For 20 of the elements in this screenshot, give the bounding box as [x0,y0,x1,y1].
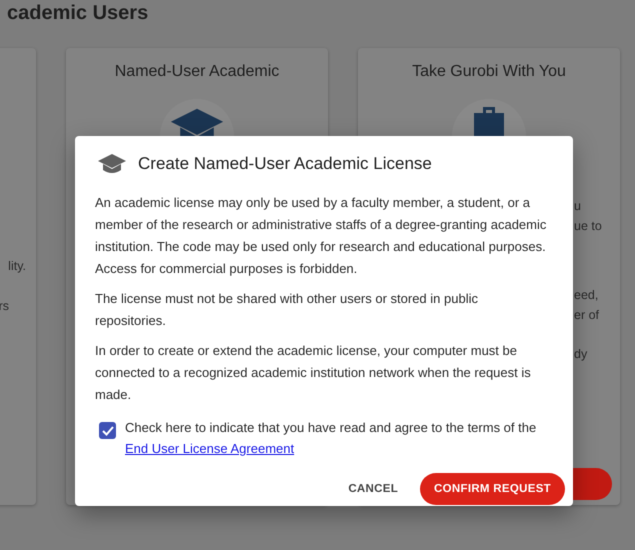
agreement-text: Check here to indicate that you have read and agree to the terms of the End User License Agreement [125,419,538,458]
confirm-button[interactable]: CONFIRM REQUEST [420,473,565,505]
card-text: eed, [574,288,598,302]
card-text: u [574,199,581,213]
paragraph: In order to create or extend the academic license, your computer must be connected to a recognized academic institution network when the request is made. [95,342,532,404]
card-text: dy [574,347,588,361]
dialog-title: Create Named-User Academic License [138,154,432,174]
paragraph: The license must not be shared with other users or stored in public repositories. [95,290,479,330]
briefcase-icon [471,105,507,139]
graduation-cap-icon [97,152,127,176]
page-title: cademic Users [7,1,148,26]
cancel-button[interactable]: CANCEL [344,475,402,503]
paragraph: An academic license may only be used by a faculty member, a student, or a member of the research or administrative staffs of a degree-granting academic institution. The code may be used only for research and educational purposes. Access for commercial purposes is forbidden. [95,194,548,278]
card-title: Named-User Academic [114,63,280,81]
card-text: lity. [8,259,26,273]
card-text: ue to [574,219,602,233]
card-title: Take Gurobi With You [411,63,567,81]
license-link[interactable]: End User License Agreement [125,441,294,456]
checkbox[interactable] [99,422,116,439]
card-text: er of [574,308,600,322]
